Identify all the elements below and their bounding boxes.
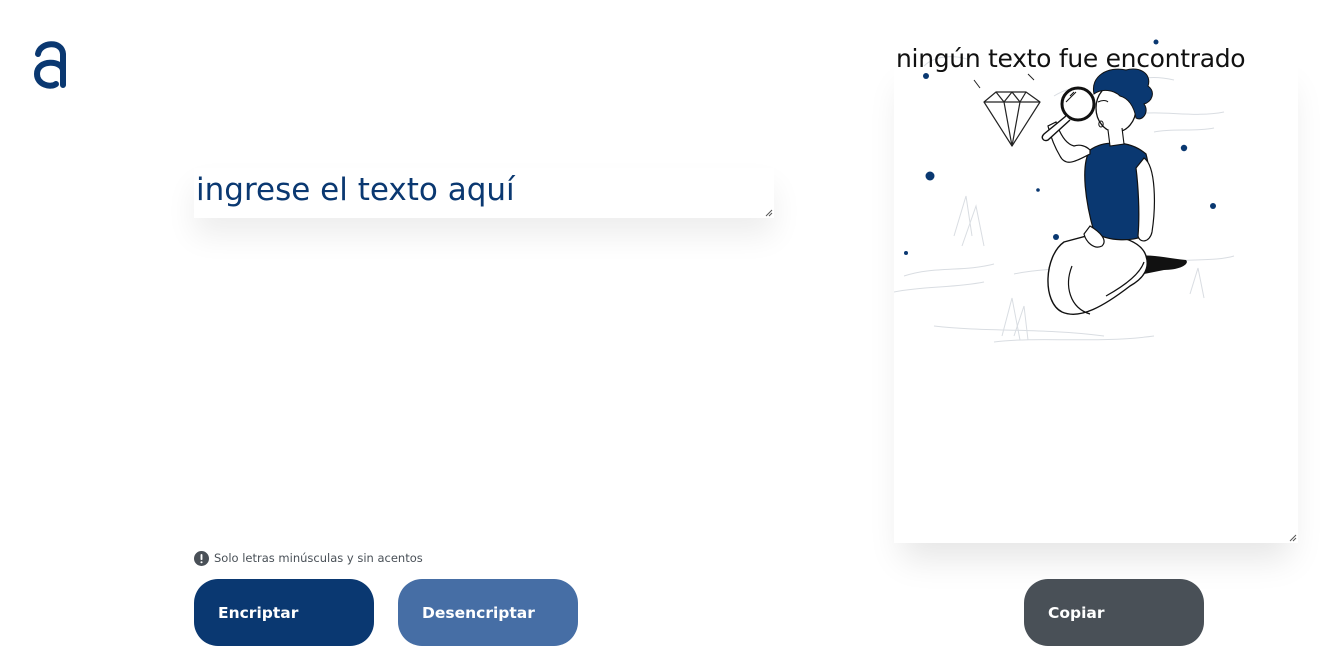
alura-a-logo-icon — [33, 41, 66, 89]
no-text-found-title: ningún texto fue encontrado — [896, 44, 1246, 73]
resize-grip-icon[interactable] — [1289, 534, 1297, 542]
person-with-magnifying-glass-illustration — [894, 39, 1235, 343]
input-text-area[interactable] — [194, 168, 774, 218]
page: Solo letras minúsculas y sin acentos Enc… — [0, 0, 1336, 651]
exclamation-circle-icon — [194, 550, 209, 566]
copy-button[interactable]: Copiar — [1024, 579, 1204, 646]
decrypt-button[interactable]: Desencriptar — [398, 579, 578, 646]
hint-text: Solo letras minúsculas y sin acentos — [214, 551, 423, 565]
input-hint: Solo letras minúsculas y sin acentos — [194, 549, 423, 567]
encrypt-button[interactable]: Encriptar — [194, 579, 374, 646]
resize-grip-icon[interactable] — [765, 209, 773, 217]
input-text-container — [194, 168, 774, 218]
